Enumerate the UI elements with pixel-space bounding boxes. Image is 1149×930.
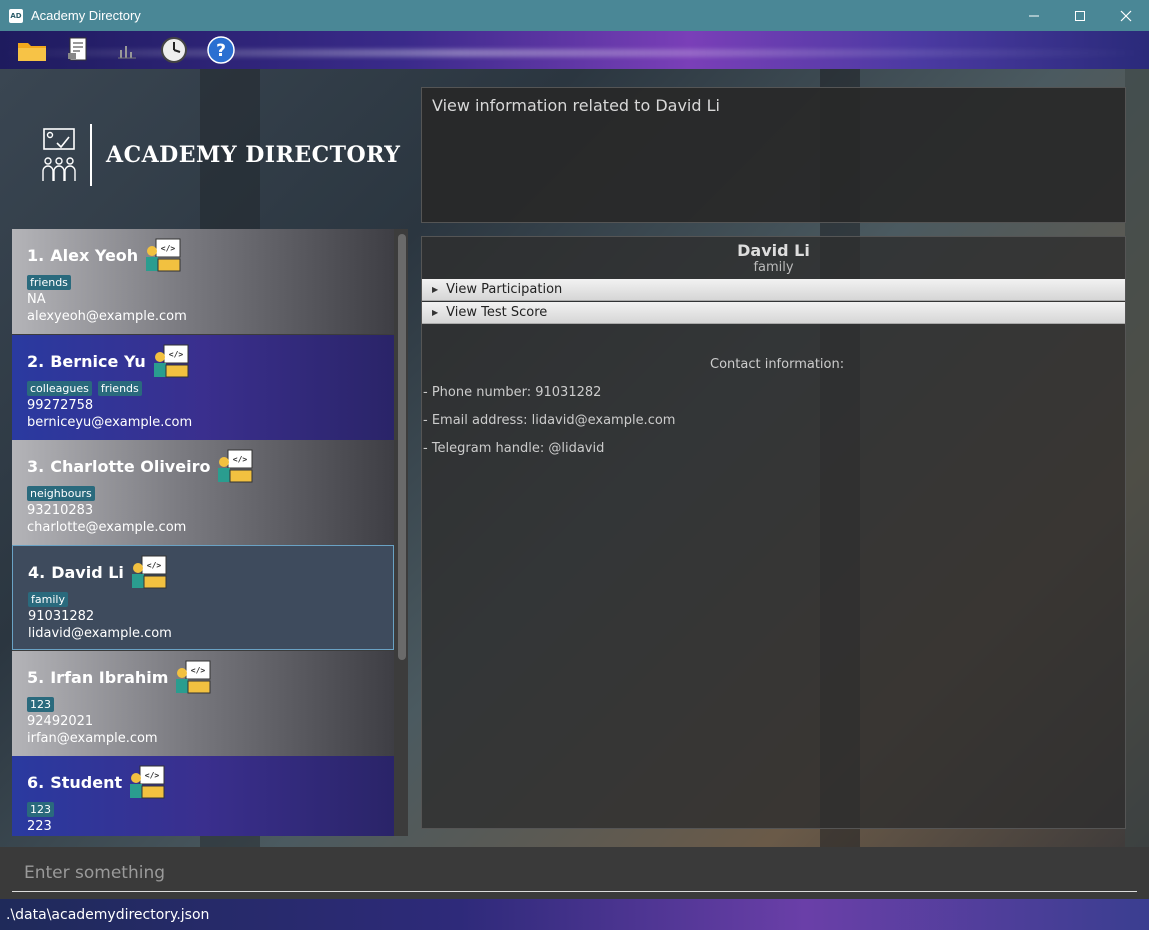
- student-email: berniceyu@example.com: [27, 415, 193, 430]
- help-icon[interactable]: ?: [206, 36, 236, 64]
- student-list[interactable]: 1. Alex Yeoh </> friends NA alexyeoh@exa…: [12, 229, 408, 836]
- svg-text:?: ?: [216, 41, 226, 61]
- list-item[interactable]: 6. Student </> 123 223: [12, 756, 394, 836]
- tag-badge: family: [28, 592, 68, 607]
- student-email: irfan@example.com: [27, 731, 158, 746]
- status-bar: .\data\academydirectory.json: [0, 899, 1149, 930]
- close-icon: [1120, 10, 1132, 21]
- student-email: lidavid@example.com: [28, 626, 172, 641]
- student-index: 5.: [27, 667, 45, 687]
- svg-text:</>: </>: [147, 561, 162, 570]
- student-index: 6.: [27, 772, 45, 792]
- menu-bar: ?: [0, 31, 1149, 69]
- list-item-selected[interactable]: 4. David Li </> family 91031282 lidavid@…: [12, 545, 394, 650]
- contact-title: Contact information:: [710, 357, 845, 372]
- title-bar: AD Academy Directory: [0, 0, 1149, 31]
- result-text: View information related to David Li: [432, 96, 720, 115]
- student-index: 1.: [27, 245, 45, 265]
- detail-student-name: David Li: [737, 241, 810, 260]
- list-item[interactable]: 5. Irfan Ibrahim </> 123 92492021 irfan@…: [12, 651, 394, 756]
- view-test-score-toggle[interactable]: ▶ View Test Score: [422, 302, 1125, 324]
- student-phone: 223: [27, 819, 52, 834]
- student-name: Bernice Yu: [50, 351, 146, 371]
- svg-text:</>: </>: [161, 244, 176, 253]
- command-bar: [0, 847, 1149, 899]
- svg-text:</>: </>: [145, 771, 160, 780]
- student-phone: 99272758: [27, 398, 94, 413]
- close-button[interactable]: [1103, 0, 1149, 31]
- classroom-icon: [42, 128, 76, 181]
- list-scrollbar-thumb[interactable]: [398, 234, 406, 660]
- student-email: alexyeoh@example.com: [27, 309, 187, 324]
- student-phone: 93210283: [27, 503, 94, 518]
- app-icon: AD: [9, 8, 23, 23]
- document-icon[interactable]: [64, 36, 94, 64]
- student-name: Student: [50, 772, 123, 792]
- svg-text:</>: </>: [233, 455, 248, 464]
- data-file-path: .\data\academydirectory.json: [6, 906, 210, 923]
- contact-telegram: - Telegram handle: @lidavid: [423, 441, 605, 456]
- bar-chart-icon[interactable]: [112, 36, 142, 64]
- contact-phone: - Phone number: 91031282: [423, 385, 602, 400]
- tag-badge: 123: [27, 802, 54, 817]
- svg-text:</>: </>: [191, 666, 206, 675]
- logo-divider: [90, 124, 92, 186]
- list-item[interactable]: 2. Bernice Yu </> colleagues friends 992…: [12, 335, 394, 440]
- maximize-icon: [1075, 10, 1085, 21]
- list-item[interactable]: 3. Charlotte Oliveiro </> neighbours 932…: [12, 440, 394, 545]
- tag-badge: friends: [97, 381, 142, 396]
- student-phone: 91031282: [28, 609, 95, 624]
- student-phone: NA: [27, 292, 46, 307]
- student-email: charlotte@example.com: [27, 520, 187, 535]
- student-coder-icon: </>: [218, 449, 253, 483]
- tag-badge: friends: [27, 275, 71, 290]
- minimize-icon: [1029, 15, 1039, 16]
- accordion-label: View Test Score: [446, 305, 548, 320]
- student-index: 3.: [27, 456, 45, 476]
- logo-title: ACADEMY DIRECTORY: [106, 142, 401, 168]
- student-coder-icon: </>: [146, 238, 181, 272]
- student-index: 2.: [27, 351, 45, 371]
- minimize-button[interactable]: [1011, 0, 1057, 31]
- view-participation-toggle[interactable]: ▶ View Participation: [422, 279, 1125, 301]
- maximize-button[interactable]: [1057, 0, 1103, 31]
- student-coder-icon: </>: [130, 765, 165, 799]
- student-detail-panel: David Li family ▶ View Participation ▶ V…: [421, 236, 1126, 829]
- student-name: Alex Yeoh: [50, 245, 139, 265]
- student-name: Charlotte Oliveiro: [50, 456, 211, 476]
- expand-arrow-icon: ▶: [432, 285, 439, 294]
- tag-badge: 123: [27, 697, 54, 712]
- student-index: 4.: [28, 562, 46, 582]
- tag-badge: colleagues: [27, 381, 92, 396]
- result-display: View information related to David Li: [421, 87, 1126, 223]
- student-name: David Li: [51, 562, 124, 582]
- window-title: Academy Directory: [31, 8, 141, 23]
- list-item[interactable]: 1. Alex Yeoh </> friends NA alexyeoh@exa…: [12, 229, 394, 334]
- folder-icon[interactable]: [17, 36, 47, 64]
- accordion-label: View Participation: [446, 282, 563, 297]
- detail-student-tag: family: [753, 260, 794, 275]
- command-input[interactable]: [12, 855, 1137, 892]
- student-name: Irfan Ibrahim: [50, 667, 169, 687]
- svg-text:</>: </>: [169, 350, 184, 359]
- student-coder-icon: </>: [176, 660, 211, 694]
- student-coder-icon: </>: [131, 555, 167, 589]
- expand-arrow-icon: ▶: [432, 308, 439, 317]
- clock-icon[interactable]: [159, 36, 189, 64]
- student-coder-icon: </>: [153, 344, 189, 378]
- tag-badge: neighbours: [27, 486, 95, 501]
- app-logo: ACADEMY DIRECTORY: [40, 124, 401, 186]
- student-phone: 92492021: [27, 714, 94, 729]
- contact-email: - Email address: lidavid@example.com: [423, 413, 676, 428]
